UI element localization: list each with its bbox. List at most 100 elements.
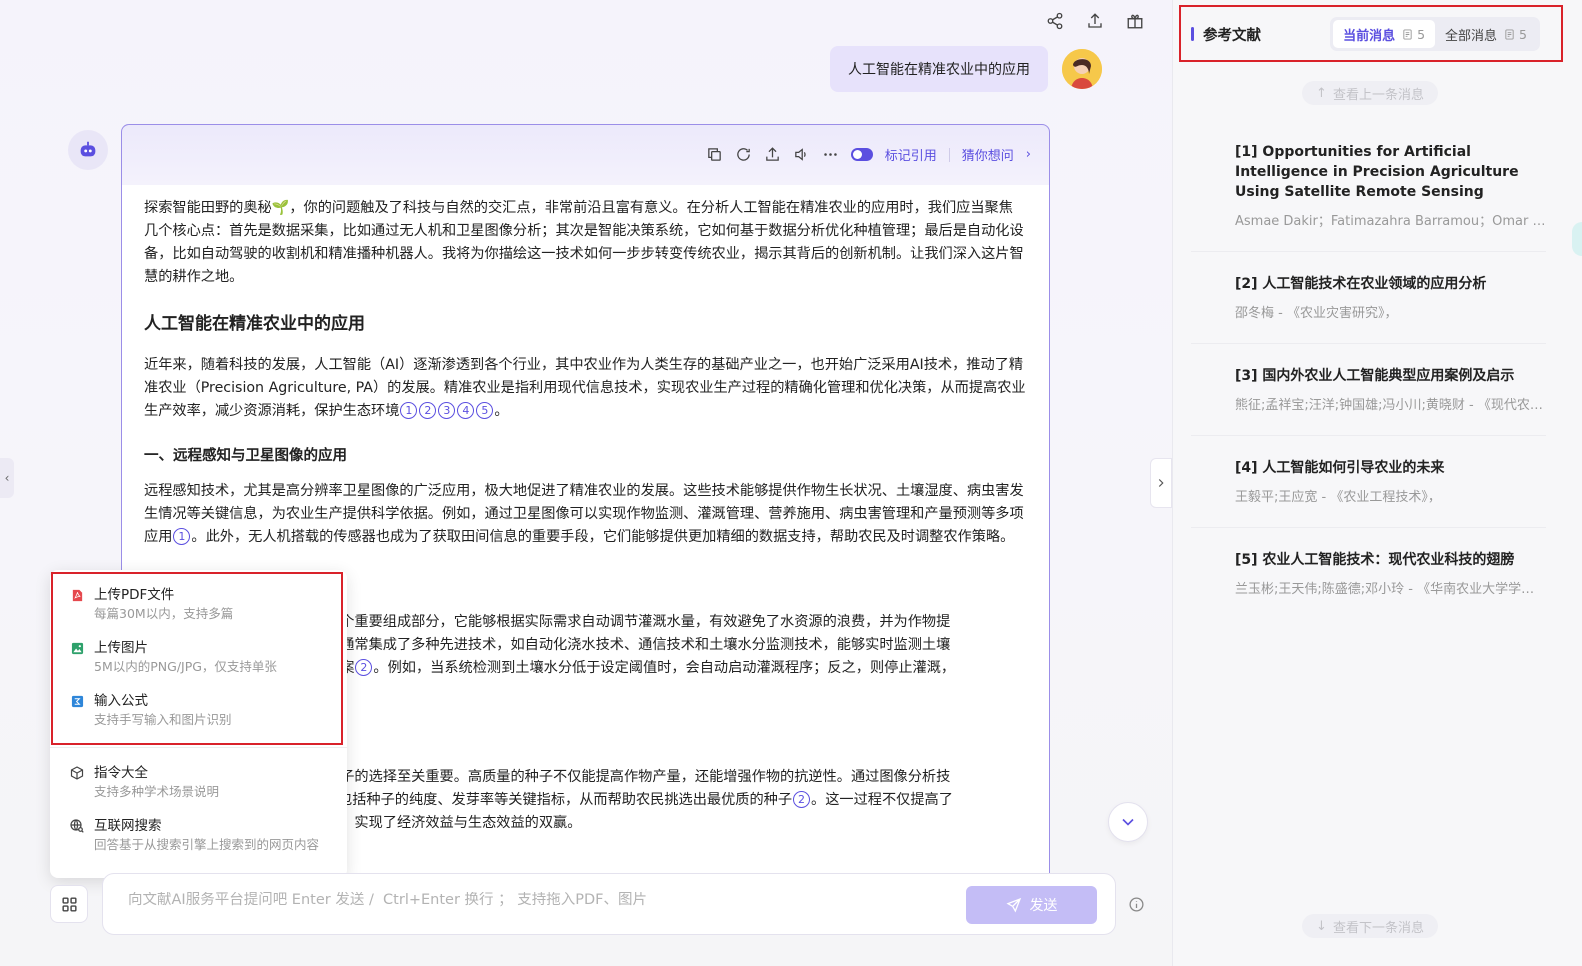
tab-current-message[interactable]: 当前消息 5 (1333, 20, 1436, 48)
chevron-left-icon: ‹ (4, 471, 10, 485)
item-description: 支持多种学术场景说明 (94, 784, 220, 799)
paragraph-end: 。 (494, 403, 509, 419)
chat-main: 人工智能在精准农业中的应用 标记引用 猜你想问 › 探索智能田野的奥秘🌱，你的问… (0, 0, 1172, 966)
section-heading-1: 一、远程感知与卫星图像的应用 (144, 448, 347, 464)
user-avatar (1062, 49, 1102, 89)
tab-label: 当前消息 (1343, 28, 1396, 44)
reference-meta: 王毅平;王应宽 - 《农业工程技术》， (1235, 490, 1441, 505)
mark-citation-toggle[interactable] (850, 148, 873, 161)
reference-meta: 熊征;孟祥宝;汪洋;钟国雄;冯小川;黄晓财 - 《现代农业》 (1235, 398, 1546, 413)
item-title: 上传PDF文件 (94, 587, 175, 603)
item-title: 上传图片 (94, 640, 148, 656)
prev-message-button[interactable]: ↑ 查看上一条消息 (1302, 81, 1438, 105)
info-icon[interactable] (1128, 896, 1145, 917)
paragraph-line: 种子的选择至关重要。高质量的种子不仅能提高作物产量，还能增强作物的抗逆性。通过图… (326, 769, 951, 785)
paragraph-line: 本，实现了经济效益与生态效益的双赢。 (326, 815, 582, 831)
reference-item-3[interactable]: [3] 国内外农业人工智能典型应用案例及启示 熊征;孟祥宝;汪洋;钟国雄;冯小川… (1191, 344, 1546, 436)
answer-intro: 探索智能田野的奥秘🌱，你的问题触及了科技与自然的交汇点，非常前沿且富有意义。在分… (144, 200, 1024, 285)
upload-icon[interactable] (764, 146, 781, 163)
grid-icon (61, 896, 77, 912)
citation-1[interactable]: 1 (173, 528, 191, 545)
tab-label: 全部消息 (1445, 28, 1498, 44)
item-description: 每篇30M以内，支持多篇 (94, 606, 234, 621)
reference-item-1[interactable]: [1] Opportunities for Artificial Intelli… (1191, 120, 1546, 252)
reference-item-5[interactable]: [5] 农业人工智能技术：现代农业科技的翅膀 兰玉彬;王天伟;陈盛德;邓小玲 -… (1191, 528, 1546, 619)
item-title: 指令大全 (94, 765, 148, 781)
paragraph-text: 。这一过程不仅提高了 (811, 792, 953, 808)
item-description: 5M以内的PNG/JPG，仅支持单张 (94, 659, 277, 674)
citation-4[interactable]: 4 (457, 402, 475, 419)
answer-heading: 人工智能在精准农业中的应用 (144, 314, 365, 334)
reference-meta: Asmae Dakir；Fatimazahra Barramou；Omar Ba… (1235, 214, 1546, 229)
chat-input[interactable] (128, 892, 948, 908)
input-formula-item[interactable]: 输入公式 支持手写输入和图片识别 (50, 686, 347, 739)
reference-title: [3] 国内外农业人工智能典型应用案例及启示 (1235, 368, 1515, 384)
reference-meta: 兰玉彬;王天伟;陈盛德;邓小玲 - 《华南农业大学学报》 (1235, 582, 1546, 597)
answer-paragraph-2: 远程感知技术，尤其是高分辨率卫星图像的广泛应用，极大地促进了精准农业的发展。这些… (144, 480, 1027, 549)
send-icon (1005, 897, 1021, 913)
attachment-menu-button[interactable] (50, 885, 88, 923)
citation-2[interactable]: 2 (419, 402, 437, 419)
chevron-down-icon (1122, 818, 1134, 826)
menu-divider (50, 747, 347, 748)
user-message-row: 人工智能在精准农业中的应用 (830, 46, 1102, 92)
item-description: 回答基于从搜索引擎上搜索到的网页内容 (94, 837, 320, 852)
pdf-icon (70, 588, 84, 602)
reference-title: [4] 人工智能如何引导农业的未来 (1235, 460, 1445, 476)
citation-2[interactable]: 2 (355, 659, 373, 676)
reference-meta: 邵冬梅 - 《农业灾害研究》， (1235, 306, 1398, 321)
count-value: 5 (1519, 26, 1527, 42)
chevron-right-icon (1158, 479, 1164, 487)
scroll-down-button[interactable] (1108, 802, 1148, 842)
regenerate-icon[interactable] (735, 146, 752, 163)
top-toolbar (1046, 12, 1144, 30)
tab-count: 5 (1504, 27, 1527, 42)
answer-toolbar: 标记引用 猜你想问 › (706, 145, 1031, 164)
upload-pdf-item[interactable]: 上传PDF文件 每篇30M以内，支持多篇 (50, 580, 347, 633)
reference-title: [1] Opportunities for Artificial Intelli… (1235, 144, 1519, 200)
sidebar-header: 参考文献 当前消息 5 全部消息 5 (1181, 6, 1560, 62)
upload-image-item[interactable]: 上传图片 5M以内的PNG/JPG，仅支持单张 (50, 633, 347, 686)
share-icon[interactable] (1046, 12, 1064, 30)
paragraph-text: 。此外，无人机搭载的传感器也成为了获取田间信息的重要手段，它们能够提供更加精细的… (191, 529, 1015, 545)
command-list-item[interactable]: 指令大全 支持多种学术场景说明 (50, 758, 347, 811)
reference-item-4[interactable]: [4] 人工智能如何引导农业的未来 王毅平;王应宽 - 《农业工程技术》， (1191, 436, 1546, 528)
guess-questions-link[interactable]: 猜你想问 (962, 145, 1014, 164)
reference-item-2[interactable]: [2] 人工智能技术在农业领域的应用分析 邵冬梅 - 《农业灾害研究》， (1191, 252, 1546, 344)
gift-icon[interactable] (1126, 12, 1144, 30)
arrow-up-icon: ↑ (1316, 85, 1327, 101)
reference-list: [1] Opportunities for Artificial Intelli… (1191, 120, 1546, 619)
chevron-right-icon[interactable]: › (1026, 147, 1031, 162)
formula-icon (70, 694, 84, 708)
citation-1[interactable]: 1 (400, 402, 418, 419)
next-message-button[interactable]: ↓ 查看下一条消息 (1302, 914, 1438, 938)
paragraph-line: 方案2。例如，当系统检测到土壤水分低于设定阈值时，会自动启动灌溉程序；反之，则停… (326, 657, 1027, 680)
count-value: 5 (1417, 26, 1426, 42)
citation-3[interactable]: 3 (438, 402, 456, 419)
prev-label: 查看上一条消息 (1332, 87, 1424, 103)
paragraph-line: 包括种子的纯度、发芽率等关键指标，从而帮助农民挑选出最优质的种子 2 。这一过程不仅… (326, 789, 1027, 812)
item-title: 输入公式 (94, 693, 148, 709)
next-label: 查看下一条消息 (1332, 920, 1424, 936)
copy-icon[interactable] (706, 146, 723, 163)
web-search-item[interactable]: 互联网搜索 回答基于从搜索引擎上搜索到的网页内容 (50, 811, 347, 864)
collapse-sidebar-handle[interactable] (1150, 458, 1172, 508)
document-icon (1403, 28, 1412, 40)
citation-2[interactable]: 2 (793, 791, 811, 808)
globe-search-icon (70, 819, 84, 833)
side-floating-handle[interactable] (1572, 222, 1582, 256)
references-sidebar: 参考文献 当前消息 5 全部消息 5 ↑ 查看上一条消息 [1] Opportu… (1172, 0, 1582, 966)
sidebar-title: 参考文献 (1191, 24, 1261, 45)
reference-title: [5] 农业人工智能技术：现代农业科技的翅膀 (1235, 552, 1515, 568)
tab-all-messages[interactable]: 全部消息 5 (1435, 20, 1537, 48)
citation-5[interactable]: 5 (476, 402, 494, 419)
more-icon[interactable] (822, 146, 839, 163)
item-description: 支持手写输入和图片识别 (94, 712, 232, 727)
export-icon[interactable] (1086, 12, 1104, 30)
mark-citation-label[interactable]: 标记引用 (885, 145, 937, 164)
collapse-left-handle[interactable]: ‹ (0, 458, 14, 498)
send-label: 发送 (1029, 898, 1058, 914)
speaker-icon[interactable] (793, 146, 810, 163)
paragraph-text: 近年来，随着科技的发展，人工智能（AI）逐渐渗透到各个行业，其中农业作为人类生存… (144, 357, 1026, 419)
send-button[interactable]: 发送 (966, 886, 1097, 924)
